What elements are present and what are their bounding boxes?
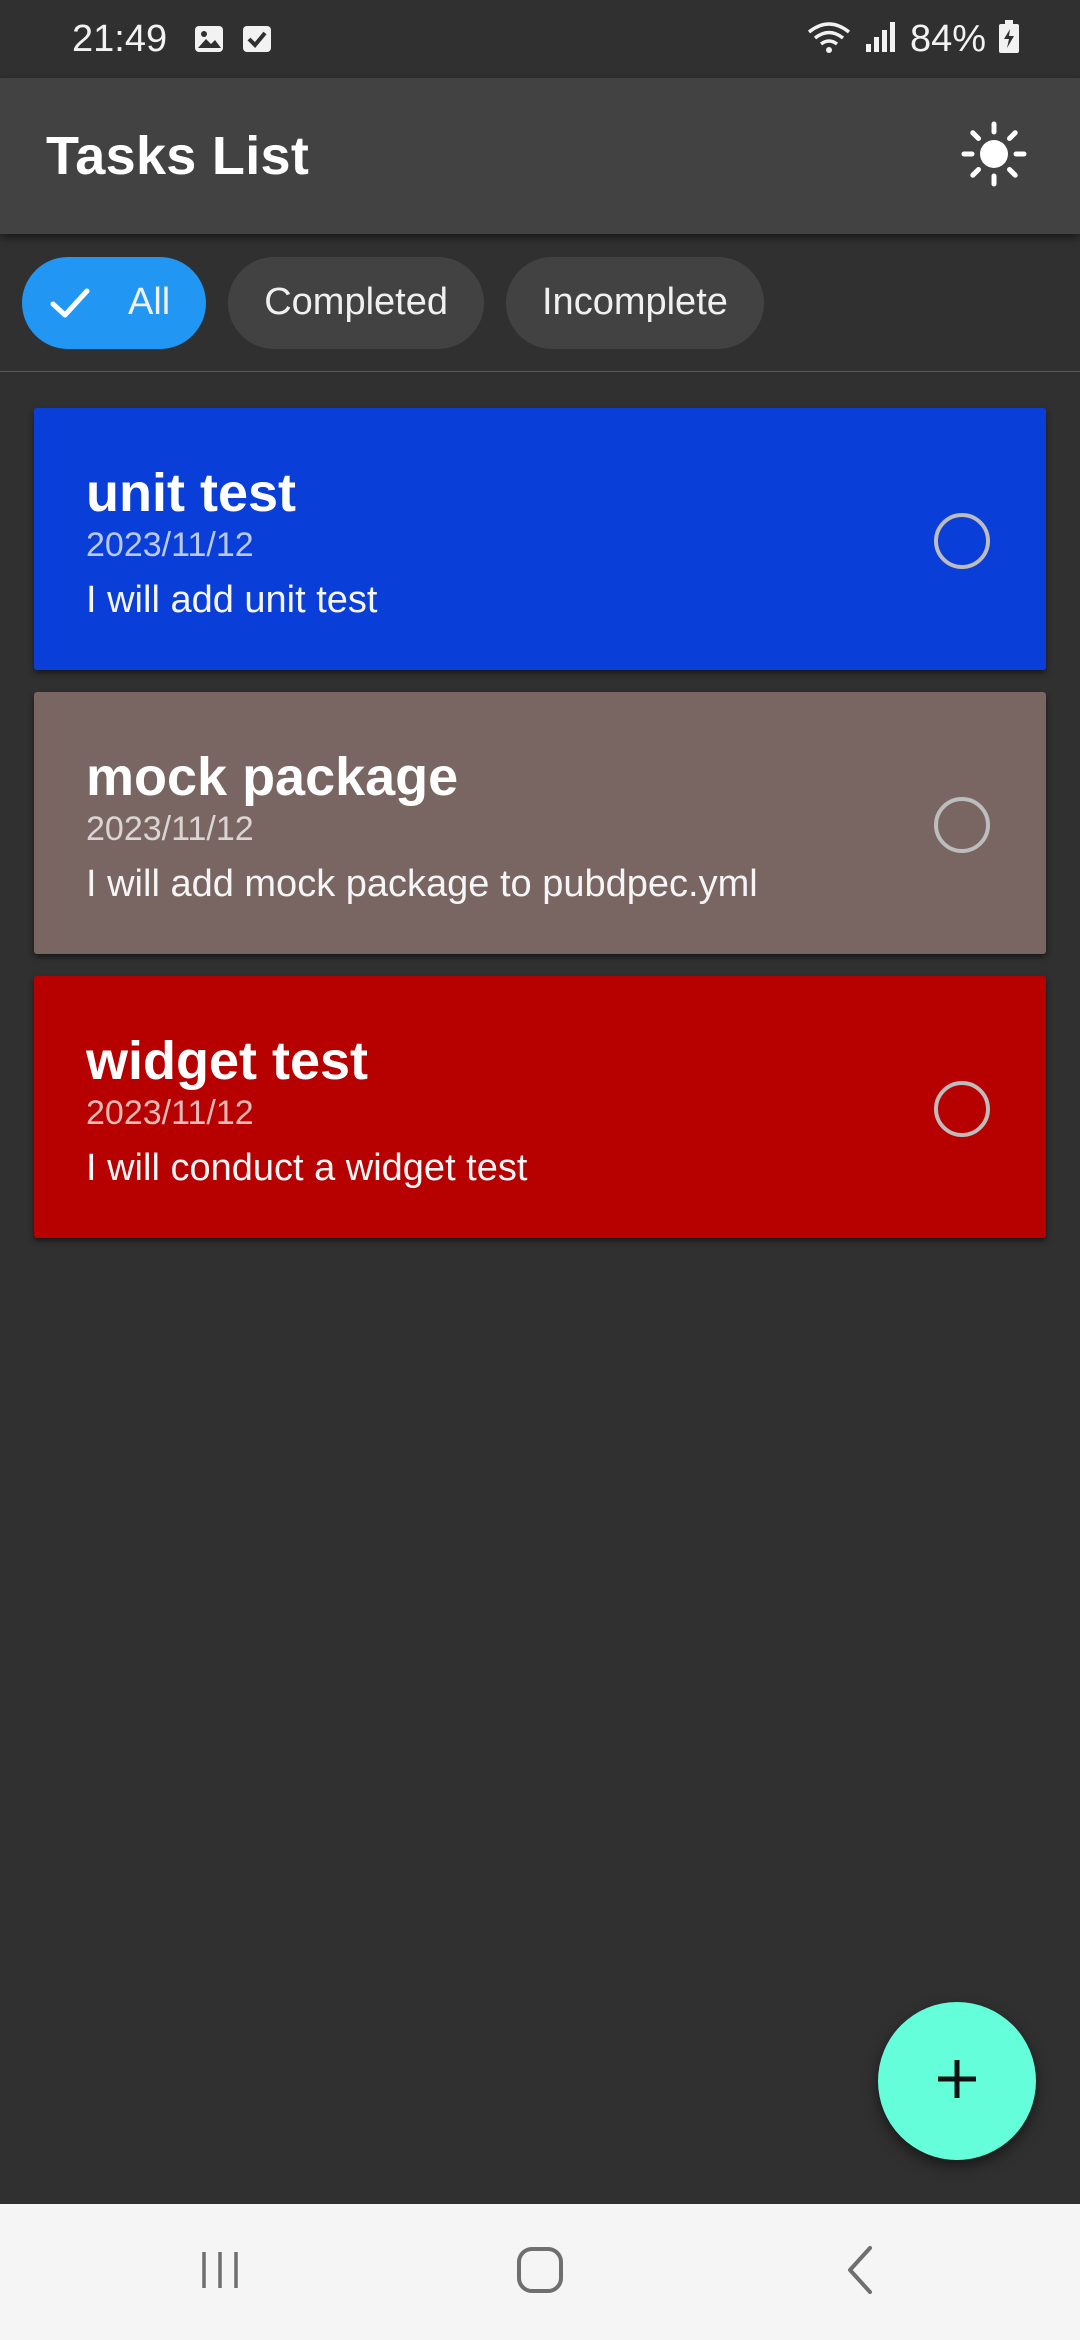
filter-chip-label: Completed: [264, 281, 448, 323]
filter-chip-completed[interactable]: Completed: [228, 256, 484, 349]
task-title: unit test: [86, 463, 296, 523]
recents-icon: [196, 2246, 244, 2299]
back-button[interactable]: [810, 2222, 910, 2322]
theme-toggle-button[interactable]: [954, 116, 1034, 196]
image-icon: [193, 23, 225, 55]
task-card[interactable]: mock package 2023/11/12 I will add mock …: [34, 692, 1046, 954]
task-date: 2023/11/12: [86, 1094, 254, 1132]
task-description: I will add mock package to pubdpec.yml: [86, 863, 758, 905]
status-bar: 21:49 84%: [0, 0, 1080, 78]
app-bar: Tasks List: [0, 78, 1080, 234]
task-card[interactable]: widget test 2023/11/12 I will conduct a …: [34, 976, 1046, 1238]
status-system-icons: 84%: [806, 18, 1020, 61]
plus-icon: [934, 2056, 980, 2107]
status-notification-icons: [193, 23, 273, 55]
checkbox-icon: [241, 23, 273, 55]
back-icon: [840, 2244, 880, 2301]
battery-percent: 84%: [909, 17, 986, 60]
status-time: 21:49: [72, 17, 168, 60]
sun-icon: [961, 121, 1027, 192]
task-title: widget test: [86, 1031, 369, 1091]
wifi-icon: [806, 20, 852, 59]
task-complete-radio[interactable]: [934, 797, 990, 853]
task-date: 2023/11/12: [86, 526, 254, 564]
home-button[interactable]: [490, 2222, 590, 2322]
task-complete-radio[interactable]: [934, 513, 990, 569]
recents-button[interactable]: [170, 2222, 270, 2322]
filter-chips: All Completed Incomplete: [0, 234, 1080, 372]
task-description: I will conduct a widget test: [86, 1147, 528, 1189]
task-card[interactable]: unit test 2023/11/12 I will add unit tes…: [34, 408, 1046, 670]
task-title: mock package: [86, 747, 459, 807]
filter-chip-label: All: [128, 281, 171, 323]
task-list: unit test 2023/11/12 I will add unit tes…: [34, 408, 1046, 1260]
page-title: Tasks List: [46, 126, 310, 186]
check-icon: [48, 281, 92, 325]
add-task-button[interactable]: [878, 2002, 1036, 2160]
signal-icon: [864, 20, 898, 59]
filter-chip-label: Incomplete: [542, 281, 728, 323]
filter-chip-incomplete[interactable]: Incomplete: [506, 256, 764, 349]
filter-chip-all[interactable]: All: [22, 256, 207, 349]
task-complete-radio[interactable]: [934, 1081, 990, 1137]
home-icon: [514, 2244, 566, 2301]
task-description: I will add unit test: [86, 579, 378, 621]
battery-icon: [998, 19, 1020, 59]
task-date: 2023/11/12: [86, 810, 254, 848]
system-nav-bar: [0, 2204, 1080, 2340]
